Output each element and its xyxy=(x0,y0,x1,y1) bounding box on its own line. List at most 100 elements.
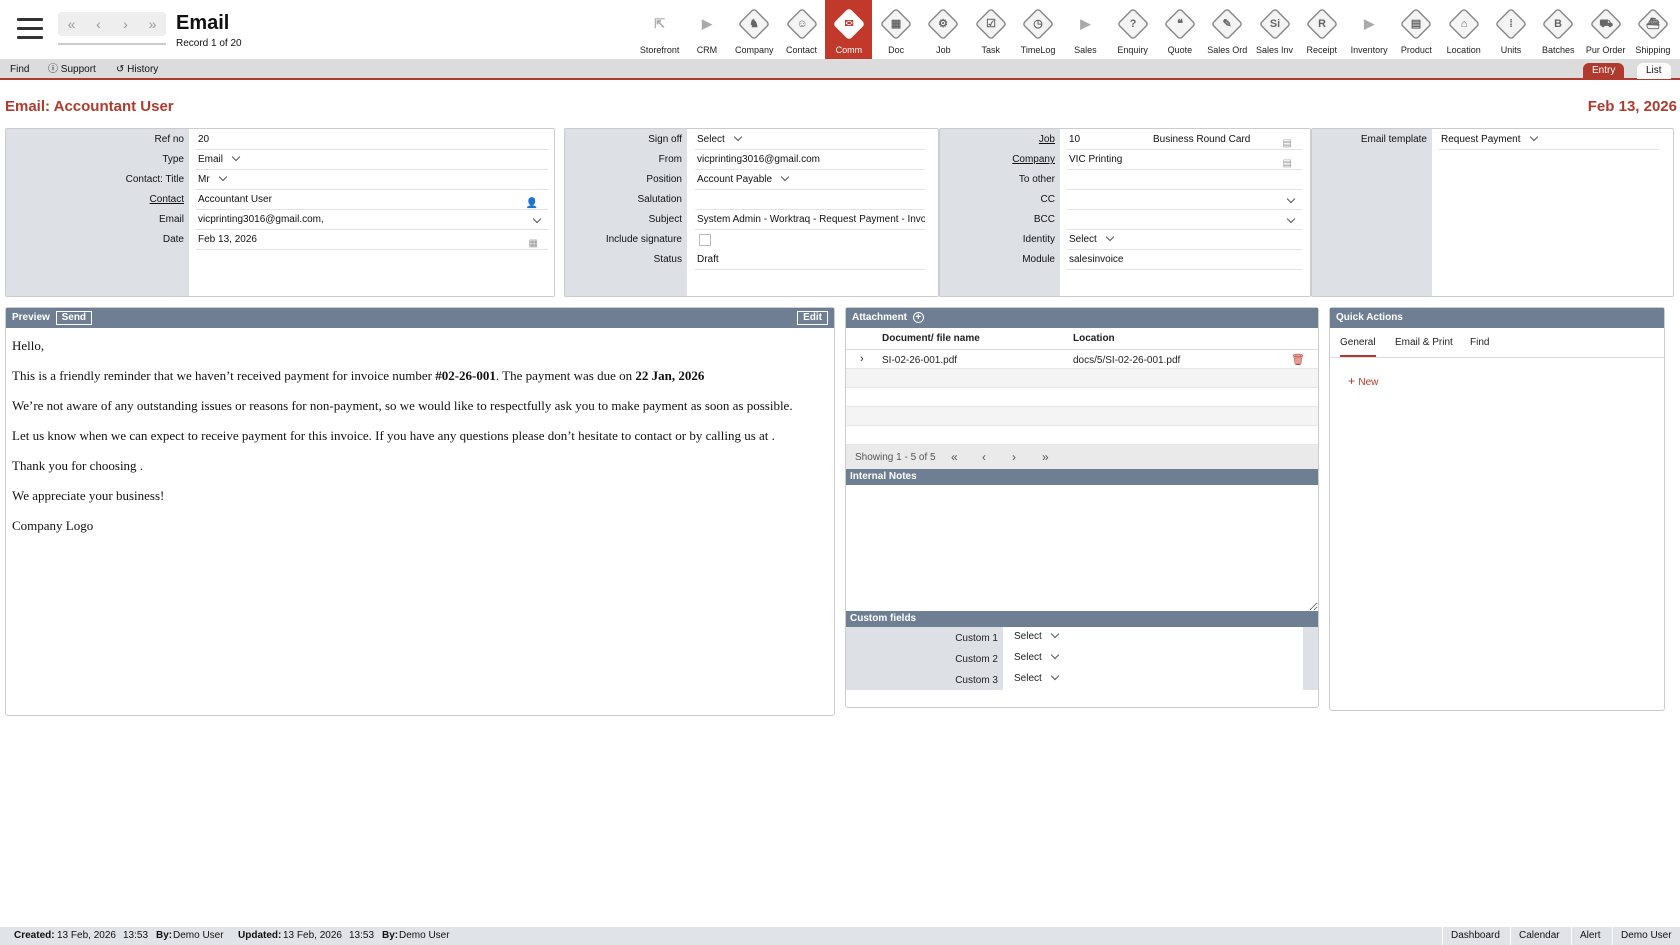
module-units[interactable]: ⁞ Units xyxy=(1487,0,1534,59)
template-panel: Email template Request Payment xyxy=(1311,128,1674,297)
email-input[interactable]: vicprinting3016@gmail.com, xyxy=(196,210,548,230)
tab-email-print[interactable]: Email & Print xyxy=(1395,337,1453,348)
cc-input[interactable] xyxy=(1067,190,1302,210)
delete-icon[interactable]: 🗑 xyxy=(1291,353,1305,366)
module-job[interactable]: ⚙ Job xyxy=(920,0,967,59)
contact-title-input[interactable]: Mr xyxy=(196,170,548,190)
job-label[interactable]: Job xyxy=(940,134,1055,145)
help-icon: ⓘ xyxy=(48,64,61,75)
custom-field-select[interactable]: Select xyxy=(1003,648,1303,669)
module-sales-ord[interactable]: ✎ Sales Ord xyxy=(1204,0,1251,59)
module-contact[interactable]: ☺ Contact xyxy=(778,0,825,59)
shipping-icon: ⛴ xyxy=(1636,7,1670,41)
module-company[interactable]: ♞ Company xyxy=(731,0,778,59)
salutation-input[interactable] xyxy=(695,190,925,210)
list-tab[interactable]: List xyxy=(1637,63,1671,79)
company-input[interactable]: VIC Printing ▤ xyxy=(1067,150,1302,170)
module-sales-inv[interactable]: Si Sales Inv xyxy=(1251,0,1298,59)
send-button[interactable]: Send xyxy=(55,311,93,325)
plus-icon: + xyxy=(1348,374,1359,388)
tab-general[interactable]: General xyxy=(1340,337,1376,357)
module-pur-order[interactable]: ⛟ Pur Order xyxy=(1582,0,1629,59)
module-sales[interactable]: ▶ Sales xyxy=(1062,0,1109,59)
module-shipping[interactable]: ⛴ Shipping xyxy=(1629,0,1676,59)
chevron-down-icon xyxy=(218,172,227,182)
internal-notes-input[interactable] xyxy=(846,485,1318,611)
next-page-button[interactable]: › xyxy=(1012,450,1016,464)
first-page-button[interactable]: « xyxy=(951,450,958,464)
sign-off-value: Select xyxy=(697,134,725,145)
module-task[interactable]: ☑ Task xyxy=(967,0,1014,59)
menu-icon[interactable] xyxy=(17,18,43,40)
position-input[interactable]: Account Payable xyxy=(695,170,925,190)
custom-field-select[interactable]: Select xyxy=(1003,627,1303,648)
dashboard-button[interactable]: Dashboard xyxy=(1442,927,1508,945)
task-icon: ☑ xyxy=(974,7,1008,41)
module-comm[interactable]: ✉ Comm xyxy=(825,0,873,59)
module-quote[interactable]: ❝ Quote xyxy=(1156,0,1203,59)
module-location[interactable]: ⌂ Location xyxy=(1440,0,1487,59)
expand-row-icon[interactable]: › xyxy=(860,353,864,365)
from-input[interactable]: vicprinting3016@gmail.com xyxy=(695,150,925,170)
paragraph-reminder: This is a friendly reminder that we have… xyxy=(12,368,828,384)
contact-label[interactable]: Contact xyxy=(6,194,184,205)
email-template-label: Email template xyxy=(1360,134,1427,145)
custom-field-select[interactable]: Select xyxy=(1003,669,1303,690)
edit-button[interactable]: Edit xyxy=(797,311,828,325)
sign-off-input[interactable]: Select xyxy=(695,130,925,150)
file-name[interactable]: SI-02-26-001.pdf xyxy=(882,355,957,366)
new-action-button[interactable]: + New xyxy=(1348,374,1378,388)
email-label: Email xyxy=(158,214,184,225)
created-date: 13 Feb, 2026 xyxy=(57,930,116,941)
status-input[interactable]: Draft xyxy=(695,250,925,270)
to-other-input[interactable] xyxy=(1067,170,1302,190)
storefront-icon: ⇱ xyxy=(644,8,676,40)
find-menu[interactable]: Find xyxy=(10,60,29,80)
add-attachment-icon[interactable]: + xyxy=(912,312,924,323)
table-row[interactable]: › SI-02-26-001.pdf docs/5/SI-02-26-001.p… xyxy=(846,350,1318,369)
last-record-button[interactable]: » xyxy=(139,12,166,36)
module-timelog[interactable]: ◷ TimeLog xyxy=(1014,0,1061,59)
date-input[interactable]: Feb 13, 2026 ▦ xyxy=(196,230,548,250)
module-inventory[interactable]: ▶ Inventory xyxy=(1345,0,1392,59)
ref-no-input[interactable]: 20 xyxy=(196,130,548,150)
include-signature-checkbox[interactable] xyxy=(699,234,711,246)
icon-glyph: ▤ xyxy=(1411,17,1422,30)
module-product[interactable]: ▤ Product xyxy=(1393,0,1440,59)
support-menu[interactable]: ⓘ Support xyxy=(48,60,96,80)
calendar-button[interactable]: Calendar xyxy=(1510,927,1568,945)
identity-input[interactable]: Select xyxy=(1067,230,1302,250)
doc-icon[interactable]: ▤ xyxy=(1283,154,1292,169)
module-crm[interactable]: ▶ CRM xyxy=(683,0,730,59)
subject-input[interactable]: System Admin - Worktraq - Request Paymen… xyxy=(695,210,925,230)
history-menu[interactable]: ↺ History xyxy=(116,60,158,80)
doc-icon[interactable]: ▤ xyxy=(1283,134,1292,149)
bcc-input[interactable] xyxy=(1067,210,1302,230)
tab-find[interactable]: Find xyxy=(1470,337,1489,348)
module-label: Sales Ord xyxy=(1207,45,1248,55)
module-enquiry[interactable]: ? Enquiry xyxy=(1109,0,1156,59)
module-storefront[interactable]: ⇱ Storefront xyxy=(636,0,683,59)
contact-input[interactable]: Accountant User 👤 xyxy=(196,190,548,210)
first-record-button[interactable]: « xyxy=(58,12,85,36)
person-icon[interactable]: 👤 xyxy=(526,194,538,209)
calendar-icon[interactable]: ▦ xyxy=(529,234,538,249)
module-doc[interactable]: ▦ Doc xyxy=(872,0,919,59)
paragraph-appreciate: We appreciate your business! xyxy=(12,488,165,503)
support-label: Support xyxy=(60,64,96,75)
email-template-input[interactable]: Request Payment xyxy=(1439,130,1659,150)
last-page-button[interactable]: » xyxy=(1042,450,1049,464)
next-record-button[interactable]: › xyxy=(112,12,139,36)
module-receipt[interactable]: R Receipt xyxy=(1298,0,1345,59)
user-button[interactable]: Demo User xyxy=(1612,927,1680,945)
module-batches[interactable]: B Batches xyxy=(1535,0,1582,59)
type-input[interactable]: Email xyxy=(196,150,548,170)
prev-record-button[interactable]: ‹ xyxy=(85,12,112,36)
field-email-template: Email template Request Payment xyxy=(1312,130,1673,151)
alert-button[interactable]: Alert xyxy=(1571,927,1609,945)
prev-page-button[interactable]: ‹ xyxy=(982,450,986,464)
company-label[interactable]: Company xyxy=(940,154,1055,165)
module-input[interactable]: salesinvoice xyxy=(1067,250,1302,270)
entry-tab[interactable]: Entry xyxy=(1583,63,1625,79)
job-input[interactable]: 10 ▤ Business Round Card xyxy=(1067,130,1302,150)
